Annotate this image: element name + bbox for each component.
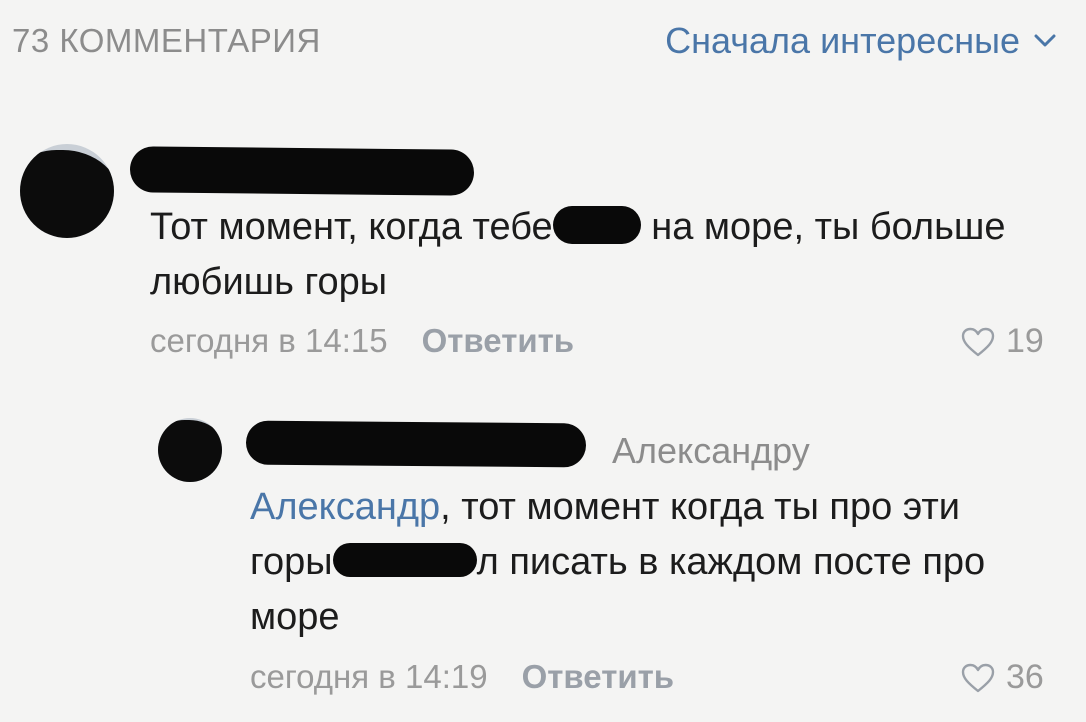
comment-time: сегодня в 14:19 <box>250 658 488 695</box>
sort-dropdown[interactable]: Сначала интересные <box>665 20 1056 62</box>
sort-label: Сначала интересные <box>665 20 1020 61</box>
comment-text: Александр, тот момент когда ты про эти г… <box>250 486 986 638</box>
heart-icon <box>961 663 995 692</box>
comment-count: 73 КОММЕНТАРИЯ <box>12 22 321 59</box>
avatar[interactable] <box>158 418 222 482</box>
author-redaction <box>245 420 587 468</box>
avatar-redaction <box>20 150 114 238</box>
like-count: 19 <box>1006 322 1044 360</box>
comment-reply: Александру Александр, тот момент когда т… <box>0 400 1086 722</box>
reply-button[interactable]: Ответить <box>522 658 675 695</box>
avatar-redaction <box>158 420 222 482</box>
comment-meta: сегодня в 14:19 Ответить <box>250 658 674 696</box>
avatar[interactable] <box>20 144 114 238</box>
mention-link[interactable]: Александр <box>250 486 440 528</box>
reply-to-label: Александру <box>612 430 810 471</box>
comment-time: сегодня в 14:15 <box>150 322 388 359</box>
text-redaction <box>552 205 641 244</box>
comment: Тот момент, когда тебе на море, ты больш… <box>0 130 1086 370</box>
comment-text: Тот момент, когда тебе на море, ты больш… <box>150 205 1006 303</box>
comment-meta: сегодня в 14:15 Ответить <box>150 322 574 360</box>
chevron-down-icon <box>1034 34 1056 47</box>
like-button[interactable]: 36 <box>960 658 1044 697</box>
reply-button[interactable]: Ответить <box>422 322 575 359</box>
text-redaction <box>332 542 477 577</box>
author-redaction <box>129 146 475 196</box>
heart-icon <box>961 327 995 356</box>
comments-header: 73 КОММЕНТАРИЯ Сначала интересные <box>0 0 1086 90</box>
like-button[interactable]: 19 <box>960 322 1044 361</box>
like-count: 36 <box>1006 658 1044 696</box>
